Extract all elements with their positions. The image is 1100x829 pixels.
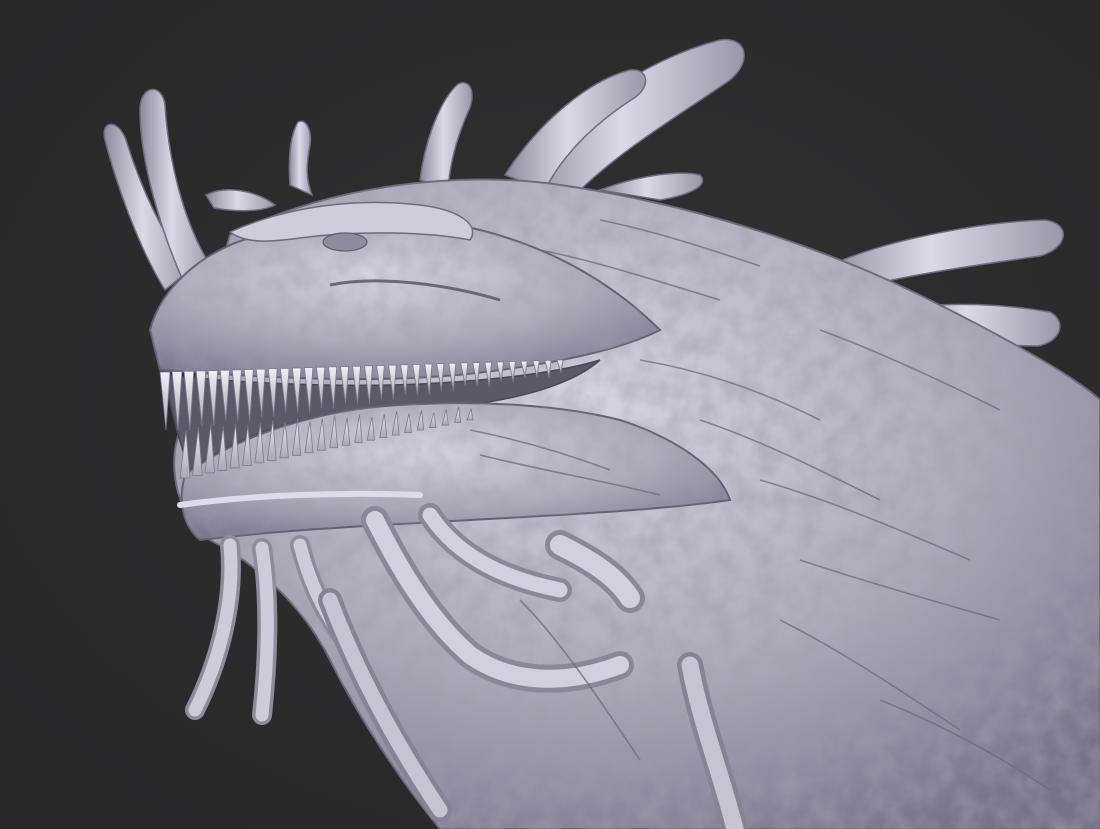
tooth [159, 371, 171, 431]
dragon-sculpt-render [103, 38, 1100, 829]
viewport-3d[interactable] [0, 0, 1100, 829]
